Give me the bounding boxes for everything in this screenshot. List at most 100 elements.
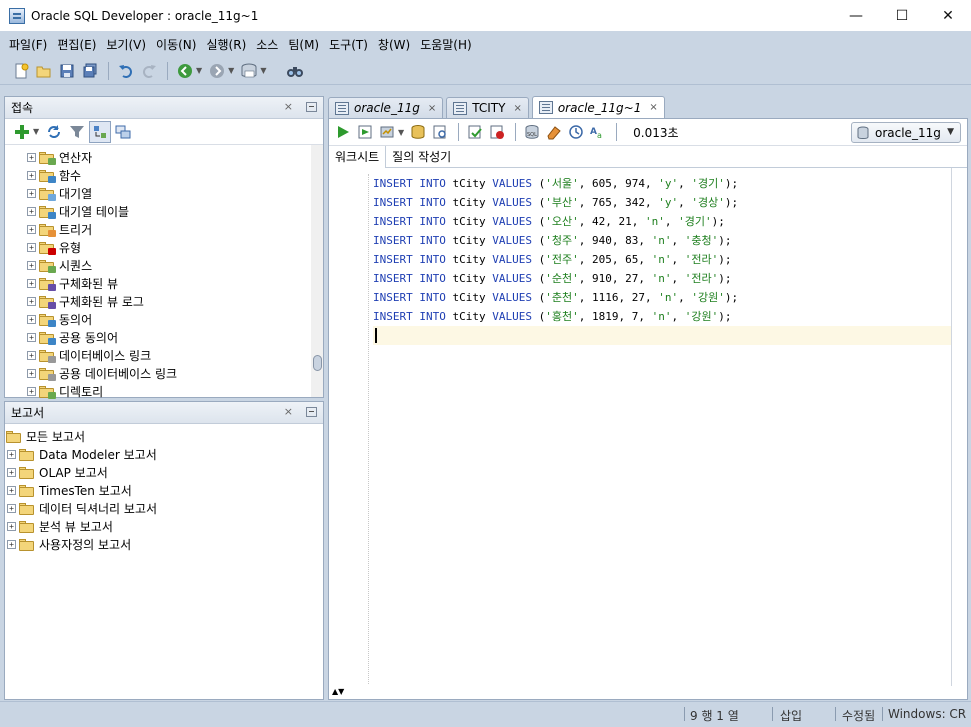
- menu-navigate[interactable]: 이동(N): [151, 36, 201, 53]
- expand-icon[interactable]: +: [27, 332, 36, 342]
- expand-icon[interactable]: +: [7, 503, 16, 513]
- menu-team[interactable]: 팀(M): [283, 36, 324, 53]
- commit-transaction-icon[interactable]: [465, 122, 485, 142]
- minimize-button[interactable]: —: [833, 0, 879, 31]
- tree-item-materialized-view-logs[interactable]: + 구체화된 뷰 로그: [27, 292, 323, 310]
- tree-item-queue-tables[interactable]: + 대기열 테이블: [27, 202, 323, 220]
- tree-item-types[interactable]: + 유형: [27, 238, 323, 256]
- menu-edit[interactable]: 편집(E): [52, 36, 101, 53]
- back-icon[interactable]: [174, 60, 196, 82]
- tree-item-materialized-views[interactable]: + 구체화된 뷰: [27, 274, 323, 292]
- autotrace-dropdown-icon[interactable]: ▼: [398, 128, 404, 137]
- sql-tuning-icon[interactable]: SQL: [522, 122, 542, 142]
- sql-worksheet-icon[interactable]: [238, 60, 260, 82]
- tab-tcity[interactable]: TCITY ×: [446, 97, 529, 118]
- eraser-icon[interactable]: [544, 122, 564, 142]
- sql-worksheet-dropdown-icon[interactable]: ▼: [260, 66, 266, 75]
- refresh-icon[interactable]: [43, 121, 65, 143]
- minimize-panel-icon[interactable]: [306, 102, 317, 112]
- expand-icon[interactable]: +: [7, 521, 16, 531]
- expand-icon[interactable]: +: [27, 368, 36, 378]
- save-all-icon[interactable]: [79, 60, 101, 82]
- expand-icon[interactable]: +: [27, 170, 36, 180]
- tree-item-functions[interactable]: + 함수: [27, 166, 323, 184]
- expand-icon[interactable]: +: [7, 539, 16, 549]
- menu-file[interactable]: 파일(F): [4, 36, 52, 53]
- tree-item-directories[interactable]: + 디렉토리: [27, 382, 323, 400]
- binoculars-icon[interactable]: [284, 60, 306, 82]
- expand-icon[interactable]: +: [27, 386, 36, 396]
- expand-icon[interactable]: +: [27, 350, 36, 360]
- tree-item-olap-reports[interactable]: + OLAP 보고서: [7, 463, 323, 481]
- menu-help[interactable]: 도움말(H): [415, 36, 477, 53]
- tree-item-data-modeler-reports[interactable]: + Data Modeler 보고서: [7, 445, 323, 463]
- run-statement-icon[interactable]: [333, 122, 353, 142]
- close-icon[interactable]: ×: [284, 100, 293, 113]
- history-icon[interactable]: [566, 122, 586, 142]
- tab-oracle-11g[interactable]: oracle_11g ×: [328, 97, 444, 118]
- tree-item-all-reports[interactable]: 모든 보고서: [5, 427, 323, 445]
- redo-icon[interactable]: [138, 60, 160, 82]
- add-connection-icon[interactable]: [11, 121, 33, 143]
- menu-view[interactable]: 보기(V): [101, 36, 151, 53]
- forward-dropdown-icon[interactable]: ▼: [228, 66, 234, 75]
- copy-connection-icon[interactable]: [112, 121, 134, 143]
- save-icon[interactable]: [56, 60, 78, 82]
- expand-icon[interactable]: +: [27, 206, 36, 216]
- back-dropdown-icon[interactable]: ▼: [196, 66, 202, 75]
- expand-icon[interactable]: +: [7, 467, 16, 477]
- tree-item-sequences[interactable]: + 시퀀스: [27, 256, 323, 274]
- editor-scroll-arrows[interactable]: ▲▼: [329, 687, 967, 699]
- tab-worksheet[interactable]: 워크시트: [329, 145, 387, 168]
- connections-scrollbar[interactable]: [311, 145, 323, 397]
- tree-item-synonyms[interactable]: + 동의어: [27, 310, 323, 328]
- menu-run[interactable]: 실행(R): [201, 36, 251, 53]
- expand-icon[interactable]: +: [27, 242, 36, 252]
- rollback-icon[interactable]: [487, 122, 507, 142]
- spell-check-icon[interactable]: Aa: [588, 122, 608, 142]
- code-editor[interactable]: INSERT INTO tCity VALUES ('서울', 605, 974…: [329, 168, 953, 688]
- explain-plan-icon[interactable]: [430, 122, 450, 142]
- scrollbar-thumb[interactable]: [313, 355, 322, 371]
- close-tab-icon[interactable]: ×: [428, 103, 436, 114]
- undo-icon[interactable]: [115, 60, 137, 82]
- close-tab-icon[interactable]: ×: [513, 103, 521, 114]
- expand-icon[interactable]: +: [27, 296, 36, 306]
- expand-icon[interactable]: +: [27, 278, 36, 288]
- tree-item-triggers[interactable]: + 트리거: [27, 220, 323, 238]
- tree-item-queues[interactable]: + 대기열: [27, 184, 323, 202]
- add-connection-dropdown-icon[interactable]: ▼: [33, 127, 39, 136]
- schema-browser-icon[interactable]: [89, 120, 112, 143]
- commit-icon[interactable]: [408, 122, 428, 142]
- minimize-panel-icon[interactable]: [306, 407, 317, 417]
- close-tab-icon[interactable]: ×: [649, 102, 657, 113]
- expand-icon[interactable]: +: [27, 188, 36, 198]
- menu-tools[interactable]: 도구(T): [324, 36, 373, 53]
- tree-item-public-database-links[interactable]: + 공용 데이터베이스 링크: [27, 364, 323, 382]
- filter-icon[interactable]: [66, 121, 88, 143]
- connection-select[interactable]: oracle_11g ▼: [851, 122, 961, 143]
- run-script-icon[interactable]: [355, 122, 375, 142]
- autotrace-icon[interactable]: [377, 122, 397, 142]
- maximize-button[interactable]: ☐: [879, 0, 925, 31]
- expand-icon[interactable]: +: [27, 314, 36, 324]
- tree-item-timesten-reports[interactable]: + TimesTen 보고서: [7, 481, 323, 499]
- forward-icon[interactable]: [206, 60, 228, 82]
- expand-icon[interactable]: +: [27, 152, 36, 162]
- tree-item-database-links[interactable]: + 데이터베이스 링크: [27, 346, 323, 364]
- tab-query-builder[interactable]: 질의 작성기: [386, 146, 457, 168]
- close-icon[interactable]: ×: [284, 405, 293, 418]
- tree-item-user-defined-reports[interactable]: + 사용자정의 보고서: [7, 535, 323, 553]
- new-file-icon[interactable]: [10, 60, 32, 82]
- tree-item-operators[interactable]: + 연산자: [27, 148, 323, 166]
- tree-item-analytic-view-reports[interactable]: + 분석 뷰 보고서: [7, 517, 323, 535]
- open-folder-icon[interactable]: [33, 60, 55, 82]
- close-window-button[interactable]: ✕: [925, 0, 971, 31]
- expand-icon[interactable]: +: [27, 260, 36, 270]
- tree-item-public-synonyms[interactable]: + 공용 동의어: [27, 328, 323, 346]
- menu-source[interactable]: 소스: [251, 36, 283, 53]
- tab-oracle-11g-1[interactable]: oracle_11g~1 ×: [531, 96, 665, 118]
- expand-icon[interactable]: +: [27, 224, 36, 234]
- expand-icon[interactable]: +: [7, 485, 16, 495]
- menu-window[interactable]: 창(W): [373, 36, 415, 53]
